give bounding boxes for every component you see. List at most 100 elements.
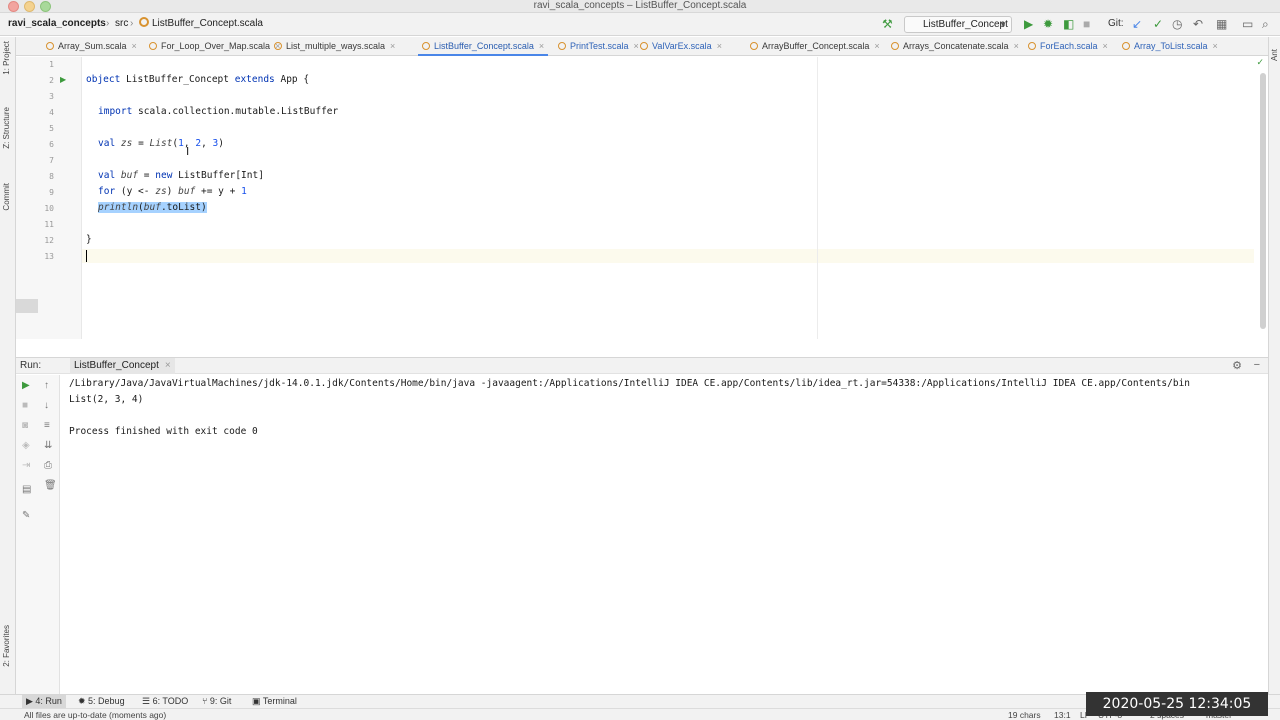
- close-icon[interactable]: ×: [1103, 41, 1108, 51]
- print-icon[interactable]: ⎙: [44, 460, 52, 472]
- git-update-icon[interactable]: ↙: [1132, 17, 1142, 31]
- tab-valvarex[interactable]: ValVarEx.scala ×: [640, 37, 722, 55]
- stop-icon[interactable]: ■: [22, 400, 28, 412]
- mouse-ibeam-cursor-icon: I: [186, 145, 190, 158]
- scala-file-icon: [891, 42, 899, 50]
- line-number: 6: [49, 140, 54, 149]
- structure-tool-button[interactable]: Z: Structure: [2, 107, 11, 149]
- gear-icon[interactable]: ⚙: [1232, 359, 1242, 372]
- minimize-icon[interactable]: −: [1254, 359, 1260, 371]
- code-line-12: }: [86, 234, 92, 245]
- rollback-icon[interactable]: ↶: [1193, 17, 1203, 31]
- layout-icon[interactable]: ▤: [22, 484, 31, 496]
- line-number: 12: [44, 236, 54, 245]
- todo-tool-window-button[interactable]: ☰ 6: TODO: [142, 695, 188, 708]
- search-icon[interactable]: ⌕: [1262, 17, 1269, 31]
- git-commit-icon[interactable]: ✓: [1153, 17, 1163, 31]
- run-tool-window-button[interactable]: ▶ 4: Run: [22, 695, 66, 708]
- right-margin-guide: [817, 57, 818, 339]
- tab-arraybuffer-concept[interactable]: ArrayBuffer_Concept.scala ×: [750, 37, 880, 55]
- scala-file-icon: [1028, 42, 1036, 50]
- camera-icon[interactable]: ◙: [22, 420, 28, 432]
- pin-icon[interactable]: ✎: [22, 510, 30, 522]
- scala-file-icon: [274, 42, 282, 50]
- timestamp-overlay: 2020-05-25 12:34:05: [1086, 692, 1268, 716]
- breadcrumb-separator: ›: [130, 18, 134, 29]
- scala-file-icon: [149, 42, 157, 50]
- build-hammer-icon[interactable]: ⚒: [882, 17, 893, 31]
- scala-file-icon: [750, 42, 758, 50]
- rerun-icon[interactable]: ▶: [22, 380, 30, 392]
- scroll-down-icon[interactable]: ↓: [44, 400, 49, 412]
- scroll-up-icon[interactable]: ↑: [44, 380, 49, 392]
- left-tool-strip: 1: Project Z: Structure Commit 2: Favori…: [0, 37, 16, 694]
- breadcrumb-folder[interactable]: src: [115, 17, 128, 31]
- code-line-2: object ListBuffer_Concept extends App {: [86, 74, 310, 85]
- line-number: 10: [44, 204, 54, 213]
- close-icon[interactable]: ×: [132, 41, 137, 51]
- editor-tabs: Array_Sum.scala × For_Loop_Over_Map.scala…: [16, 37, 1268, 56]
- tab-for-loop-over-map[interactable]: For_Loop_Over_Map.scala ×: [149, 37, 280, 55]
- soft-wrap-icon[interactable]: ≡: [44, 420, 50, 432]
- history-icon[interactable]: ◷: [1172, 17, 1182, 31]
- tab-list-multiple-ways[interactable]: List_multiple_ways.scala ×: [274, 37, 395, 55]
- gutter-selection: [16, 299, 38, 313]
- code-editor[interactable]: 1 2 3 4 5 6 7 8 9 10 11 12 13 ▶ object L…: [16, 57, 1268, 339]
- coverage-icon[interactable]: ◧: [1063, 17, 1074, 31]
- navigation-bar: ravi_scala_concepts › src › ListBuffer_C…: [0, 13, 1280, 36]
- inspection-ok-icon[interactable]: ✓: [1256, 57, 1264, 68]
- close-icon[interactable]: ×: [874, 41, 879, 51]
- run-console[interactable]: /Library/Java/JavaVirtualMachines/jdk-14…: [61, 375, 1268, 694]
- console-line: List(2, 3, 4): [69, 394, 144, 405]
- close-icon[interactable]: ×: [717, 41, 722, 51]
- run-configuration-select[interactable]: ListBuffer_Concept ▼: [904, 16, 1012, 33]
- project-structure-icon[interactable]: ▦: [1216, 17, 1227, 31]
- debug-tool-window-button[interactable]: ✹ 5: Debug: [78, 695, 125, 708]
- presentation-icon[interactable]: ▭: [1242, 17, 1253, 31]
- debug-icon[interactable]: ✹: [1043, 17, 1053, 31]
- run-icon[interactable]: ▶: [1024, 17, 1033, 31]
- line-number: 7: [49, 156, 54, 165]
- breadcrumb-file[interactable]: ListBuffer_Concept.scala: [139, 17, 263, 31]
- scala-file-icon: [139, 17, 149, 27]
- tab-array-tolist[interactable]: Array_ToList.scala ×: [1122, 37, 1218, 55]
- editor-scrollbar[interactable]: [1260, 73, 1266, 329]
- tab-foreach[interactable]: ForEach.scala ×: [1028, 37, 1108, 55]
- line-number: 2: [49, 76, 54, 85]
- scala-file-icon: [46, 42, 54, 50]
- run-tab-listbuffer-concept[interactable]: ListBuffer_Concept ×: [70, 358, 175, 374]
- exit-icon[interactable]: ⇥: [22, 460, 30, 472]
- line-number: 4: [49, 108, 54, 117]
- run-gutter-icon[interactable]: ▶: [60, 75, 66, 84]
- status-message[interactable]: All files are up-to-date (moments ago): [24, 709, 166, 720]
- close-icon[interactable]: ×: [165, 360, 171, 371]
- trash-icon[interactable]: 🗑: [44, 480, 57, 492]
- close-icon[interactable]: ×: [539, 41, 544, 51]
- console-line: /Library/Java/JavaVirtualMachines/jdk-14…: [69, 378, 1191, 389]
- line-number: 5: [49, 124, 54, 133]
- stop-icon[interactable]: ■: [1083, 17, 1090, 31]
- tab-arrays-concatenate[interactable]: Arrays_Concatenate.scala ×: [891, 37, 1019, 55]
- close-icon[interactable]: ×: [1014, 41, 1019, 51]
- project-tool-button[interactable]: 1: Project: [2, 41, 11, 75]
- ant-tool-button[interactable]: Ant: [1270, 49, 1279, 61]
- close-icon[interactable]: ×: [390, 41, 395, 51]
- scroll-to-end-icon[interactable]: ⇊: [44, 440, 52, 452]
- caret-position[interactable]: 13:1: [1054, 709, 1071, 720]
- close-icon[interactable]: ×: [634, 41, 639, 51]
- chevron-down-icon: ▼: [999, 20, 1007, 29]
- git-tool-window-button[interactable]: ⑂ 9: Git: [202, 695, 231, 708]
- code-line-10: println(buf.toList): [98, 202, 207, 213]
- terminal-tool-window-button[interactable]: ▣ Terminal: [252, 695, 297, 708]
- tab-printtest[interactable]: PrintTest.scala ×: [558, 37, 639, 55]
- scala-file-icon: [640, 42, 648, 50]
- code-line-9: for (y <- zs) buf += y + 1: [98, 186, 247, 197]
- breadcrumb-project[interactable]: ravi_scala_concepts: [8, 17, 106, 31]
- line-number: 9: [49, 188, 54, 197]
- favorites-tool-button[interactable]: 2: Favorites: [2, 625, 11, 667]
- commit-tool-button[interactable]: Commit: [2, 183, 11, 211]
- pin-tab-icon[interactable]: ◈: [22, 440, 30, 452]
- tab-array-sum[interactable]: Array_Sum.scala ×: [46, 37, 137, 55]
- close-icon[interactable]: ×: [1213, 41, 1218, 51]
- tab-listbuffer-concept[interactable]: ListBuffer_Concept.scala ×: [417, 37, 549, 56]
